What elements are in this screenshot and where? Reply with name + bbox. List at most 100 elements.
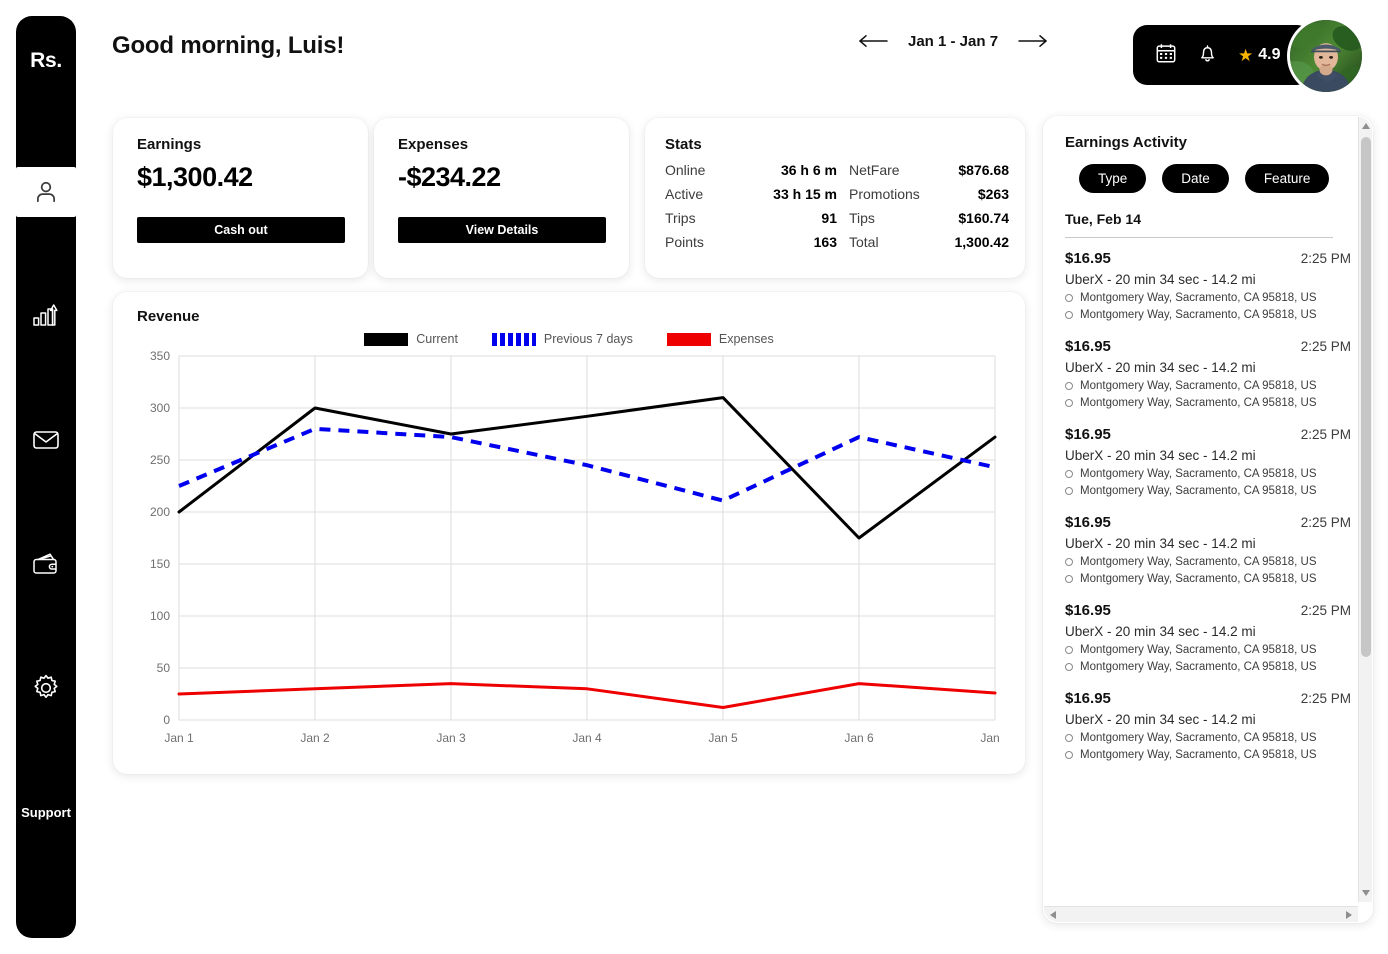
activity-pickup: Montgomery Way, Sacramento, CA 95818, US	[1065, 468, 1351, 480]
activity-horizontal-scrollbar[interactable]	[1044, 906, 1358, 922]
svg-text:200: 200	[150, 505, 170, 519]
svg-text:Jan 2: Jan 2	[300, 731, 330, 745]
activity-item-header: $16.95 2:25 PM	[1065, 426, 1351, 443]
bell-icon[interactable]	[1197, 42, 1218, 69]
sidebar-item-profile[interactable]	[16, 161, 76, 223]
activity-dropoff-address: Montgomery Way, Sacramento, CA 95818, US	[1080, 485, 1317, 497]
prev-range-button[interactable]	[854, 32, 892, 50]
scroll-up-arrow-icon[interactable]	[1362, 123, 1370, 129]
activity-item-header: $16.95 2:25 PM	[1065, 514, 1351, 531]
stats-card: Stats Online 36 h 6 m NetFare $876.68 Ac…	[645, 118, 1025, 278]
activity-pickup-address: Montgomery Way, Sacramento, CA 95818, US	[1080, 468, 1317, 480]
activity-item[interactable]: $16.95 2:25 PM UberX - 20 min 34 sec - 14.…	[1065, 602, 1351, 673]
sidebar-support-link[interactable]: Support	[16, 805, 76, 820]
vertical-scroll-thumb[interactable]	[1361, 137, 1371, 657]
activity-description: UberX - 20 min 34 sec - 14.2 mi	[1065, 272, 1256, 287]
svg-text:100: 100	[150, 609, 170, 623]
legend-item-current[interactable]: Current	[364, 332, 458, 346]
expenses-card: Expenses -$234.22 View Details	[374, 118, 629, 278]
activity-filters: Type Date Feature	[1079, 164, 1330, 193]
activity-pickup: Montgomery Way, Sacramento, CA 95818, US	[1065, 732, 1351, 744]
rating-value: 4.9	[1258, 46, 1281, 63]
stats-value: 36 h 6 m	[780, 162, 837, 178]
location-pin-icon	[1065, 751, 1073, 759]
activity-list[interactable]: $16.95 2:25 PM UberX - 20 min 34 sec - 14.…	[1065, 237, 1351, 895]
activity-item-header: $16.95 2:25 PM	[1065, 338, 1351, 355]
svg-text:Jan 5: Jan 5	[708, 731, 738, 745]
arrow-right-icon	[1018, 35, 1048, 51]
activity-time: 2:25 PM	[1300, 339, 1351, 354]
activity-dropoff: Montgomery Way, Sacramento, CA 95818, US	[1065, 485, 1351, 497]
earnings-card: Earnings $1,300.42 Cash out	[113, 118, 368, 278]
dashboard-page: Rs. Support Good morning, Luis! Jan 1 - …	[0, 0, 1388, 954]
sidebar: Rs. Support	[16, 16, 76, 938]
activity-item[interactable]: $16.95 2:25 PM UberX - 20 min 34 sec - 14.…	[1065, 338, 1351, 409]
activity-item[interactable]: $16.95 2:25 PM UberX - 20 min 34 sec - 14.…	[1065, 426, 1351, 497]
scroll-right-arrow-icon[interactable]	[1346, 911, 1352, 919]
driver-rating: ★ 4.9	[1238, 46, 1281, 64]
page-header: Good morning, Luis! Jan 1 - Jan 7 ★ 4.9	[112, 17, 1388, 106]
activity-dropoff: Montgomery Way, Sacramento, CA 95818, US	[1065, 573, 1351, 585]
activity-pickup-address: Montgomery Way, Sacramento, CA 95818, US	[1080, 556, 1317, 568]
activity-date-header: Tue, Feb 14	[1065, 211, 1141, 227]
stats-value: 1,300.42	[954, 234, 1010, 250]
calendar-icon[interactable]	[1155, 42, 1177, 69]
activity-item-header: $16.95 2:25 PM	[1065, 602, 1351, 619]
activity-vertical-scrollbar[interactable]	[1358, 117, 1372, 902]
stats-value: 33 h 15 m	[773, 186, 837, 202]
location-pin-icon	[1065, 311, 1073, 319]
activity-item[interactable]: $16.95 2:25 PM UberX - 20 min 34 sec - 14.…	[1065, 514, 1351, 585]
legend-item-previous[interactable]: Previous 7 days	[491, 332, 633, 346]
svg-text:150: 150	[150, 557, 170, 571]
divider	[1065, 237, 1333, 238]
location-pin-icon	[1065, 575, 1073, 583]
activity-description: UberX - 20 min 34 sec - 14.2 mi	[1065, 712, 1256, 727]
activity-dropoff: Montgomery Way, Sacramento, CA 95818, US	[1065, 749, 1351, 761]
avatar[interactable]	[1287, 17, 1365, 95]
user-toolbar: ★ 4.9	[1133, 25, 1311, 85]
bar-chart-icon	[32, 303, 60, 329]
legend-label: Current	[416, 332, 458, 346]
filter-chip-date[interactable]: Date	[1162, 164, 1229, 193]
earnings-amount: $1,300.42	[137, 162, 253, 192]
activity-item[interactable]: $16.95 2:25 PM UberX - 20 min 34 sec - 14.…	[1065, 250, 1351, 321]
activity-dropoff-address: Montgomery Way, Sacramento, CA 95818, US	[1080, 749, 1317, 761]
legend-item-expenses[interactable]: Expenses	[666, 332, 774, 346]
revenue-line-chart: 0 50 100 150 200 250 300 350 Jan 1 Jan 2 Jan 3 Jan …	[137, 348, 1003, 758]
location-pin-icon	[1065, 487, 1073, 495]
cash-out-button[interactable]: Cash out	[137, 217, 345, 243]
stats-label: Active	[665, 186, 704, 202]
activity-description: UberX - 20 min 34 sec - 14.2 mi	[1065, 624, 1256, 639]
activity-amount: $16.95	[1065, 602, 1111, 619]
sidebar-item-messages[interactable]	[16, 409, 76, 471]
sidebar-item-analytics[interactable]	[16, 285, 76, 347]
stats-value: $160.74	[958, 210, 1009, 226]
activity-description: UberX - 20 min 34 sec - 14.2 mi	[1065, 536, 1256, 551]
activity-item[interactable]: $16.95 2:25 PM UberX - 20 min 34 sec - 14.…	[1065, 690, 1351, 761]
svg-text:50: 50	[157, 661, 171, 675]
activity-pickup: Montgomery Way, Sacramento, CA 95818, US	[1065, 556, 1351, 568]
activity-description: UberX - 20 min 34 sec - 14.2 mi	[1065, 360, 1256, 375]
view-details-button[interactable]: View Details	[398, 217, 606, 243]
envelope-icon	[32, 428, 60, 452]
activity-dropoff-address: Montgomery Way, Sacramento, CA 95818, US	[1080, 661, 1317, 673]
svg-text:0: 0	[163, 713, 170, 727]
filter-chip-type[interactable]: Type	[1079, 164, 1147, 193]
person-icon	[33, 179, 59, 205]
location-pin-icon	[1065, 734, 1073, 742]
activity-amount: $16.95	[1065, 514, 1111, 531]
scroll-left-arrow-icon[interactable]	[1050, 911, 1056, 919]
filter-chip-feature[interactable]: Feature	[1244, 164, 1330, 193]
next-range-button[interactable]	[1014, 32, 1052, 50]
location-pin-icon	[1065, 382, 1073, 390]
sidebar-item-wallet[interactable]	[16, 533, 76, 595]
activity-dropoff: Montgomery Way, Sacramento, CA 95818, US	[1065, 309, 1351, 321]
activity-time: 2:25 PM	[1300, 251, 1351, 266]
scroll-down-arrow-icon[interactable]	[1362, 890, 1370, 896]
svg-text:300: 300	[150, 401, 170, 415]
sidebar-item-settings[interactable]	[16, 657, 76, 719]
activity-time: 2:25 PM	[1300, 603, 1351, 618]
date-range-selector: Jan 1 - Jan 7	[854, 32, 1052, 50]
app-logo: Rs.	[30, 49, 62, 72]
stats-label: Tips	[849, 210, 875, 226]
